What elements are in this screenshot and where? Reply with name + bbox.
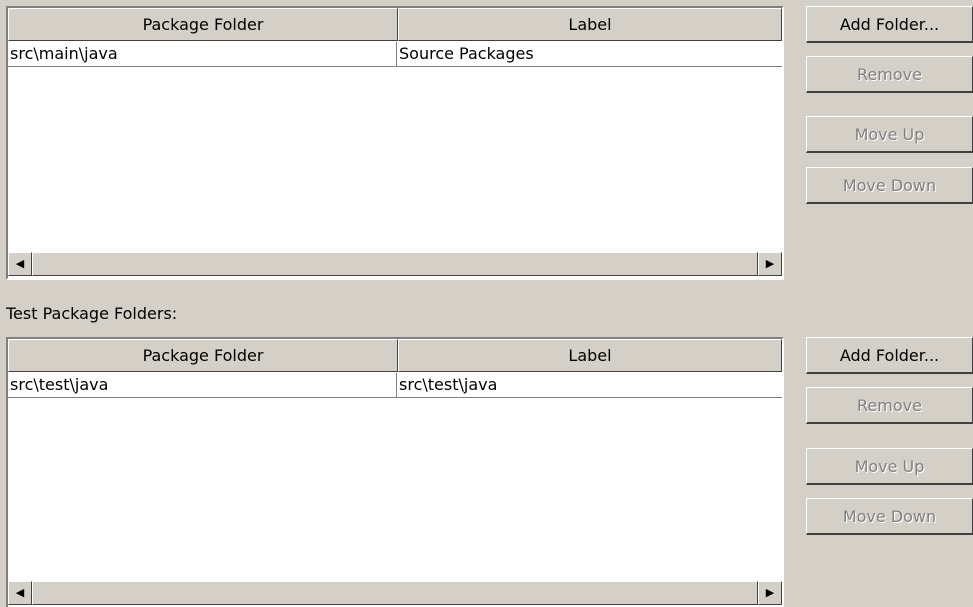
- table-header: Package Folder Label: [8, 339, 782, 372]
- horizontal-scrollbar[interactable]: ◀ ▶: [8, 252, 782, 276]
- scroll-right-icon[interactable]: ▶: [758, 581, 782, 605]
- test-package-folders-label: Test Package Folders:: [6, 304, 178, 323]
- test-move-up-button[interactable]: Move Up: [806, 448, 973, 485]
- column-header-package-folder[interactable]: Package Folder: [8, 339, 398, 372]
- label-cell[interactable]: Source Packages: [397, 42, 782, 66]
- table-row[interactable]: src\test\java src\test\java: [8, 373, 782, 398]
- column-header-label[interactable]: Label: [398, 8, 782, 41]
- test-package-table[interactable]: Package Folder Label src\test\java src\t…: [6, 337, 784, 607]
- column-header-label[interactable]: Label: [398, 339, 782, 372]
- test-add-folder-button[interactable]: Add Folder...: [806, 337, 973, 374]
- scroll-thumb[interactable]: [32, 581, 758, 605]
- test-remove-button[interactable]: Remove: [806, 387, 973, 424]
- scroll-left-icon[interactable]: ◀: [8, 252, 32, 276]
- move-down-button[interactable]: Move Down: [806, 167, 973, 204]
- table-row[interactable]: src\main\java Source Packages: [8, 42, 782, 67]
- column-header-package-folder[interactable]: Package Folder: [8, 8, 398, 41]
- move-up-button[interactable]: Move Up: [806, 116, 973, 153]
- label-cell[interactable]: src\test\java: [397, 373, 782, 397]
- scroll-thumb[interactable]: [32, 252, 758, 276]
- scroll-left-icon[interactable]: ◀: [8, 581, 32, 605]
- add-folder-button[interactable]: Add Folder...: [806, 6, 973, 43]
- remove-button[interactable]: Remove: [806, 56, 973, 93]
- table-header: Package Folder Label: [8, 8, 782, 41]
- scroll-right-icon[interactable]: ▶: [758, 252, 782, 276]
- source-package-table[interactable]: Package Folder Label src\main\java Sourc…: [6, 6, 784, 280]
- package-folder-cell[interactable]: src\test\java: [8, 373, 397, 397]
- horizontal-scrollbar[interactable]: ◀ ▶: [8, 581, 782, 605]
- test-move-down-button[interactable]: Move Down: [806, 498, 973, 535]
- package-folder-cell[interactable]: src\main\java: [8, 42, 397, 66]
